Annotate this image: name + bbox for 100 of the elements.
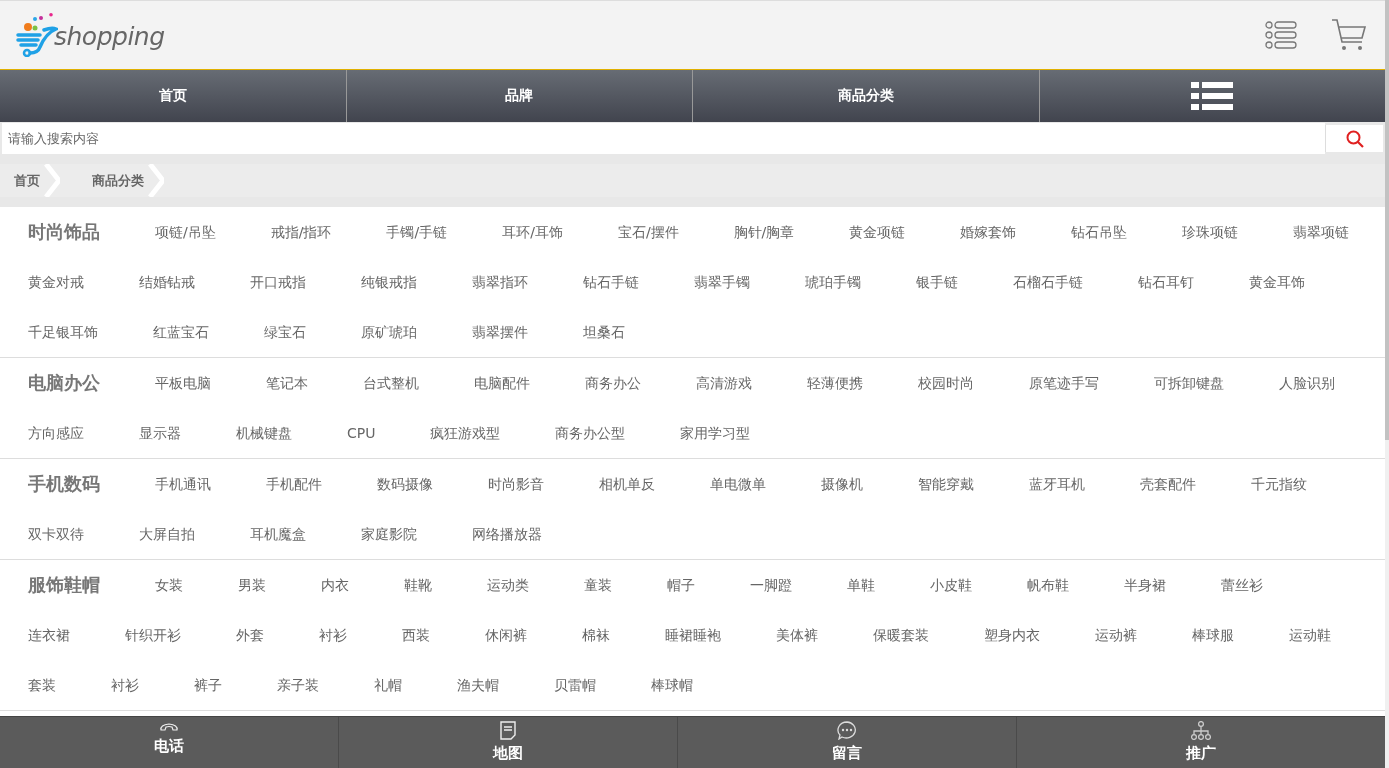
category-link[interactable]: 套装 <box>28 660 56 710</box>
category-link[interactable]: 单鞋 <box>847 560 875 610</box>
category-link[interactable]: 千元指纹 <box>1251 459 1307 509</box>
category-link[interactable]: 衬衫 <box>111 660 139 710</box>
category-link[interactable]: 亲子装 <box>277 660 319 710</box>
category-link[interactable]: 蕾丝衫 <box>1221 560 1263 610</box>
category-link[interactable]: 运动裤 <box>1095 610 1137 660</box>
category-link[interactable]: 家用学习型 <box>680 408 751 458</box>
category-link[interactable]: 校园时尚 <box>918 358 974 408</box>
search-button[interactable] <box>1325 125 1383 152</box>
category-link[interactable]: 棒球帽 <box>651 660 693 710</box>
category-link[interactable]: 可拆卸键盘 <box>1154 358 1224 408</box>
category-link[interactable]: 银手链 <box>916 257 958 307</box>
list-menu-icon[interactable] <box>1265 20 1297 50</box>
category-link[interactable]: 婚嫁套饰 <box>960 207 1017 257</box>
category-link[interactable]: 黄金耳饰 <box>1249 257 1305 307</box>
category-link[interactable]: 童装 <box>584 560 612 610</box>
category-link[interactable]: 珍珠项链 <box>1182 207 1239 257</box>
category-link[interactable]: CPU <box>347 408 376 458</box>
category-link[interactable]: 礼帽 <box>374 660 402 710</box>
category-link[interactable]: 高清游戏 <box>696 358 752 408</box>
category-link[interactable]: 平板电脑 <box>155 358 211 408</box>
category-link[interactable]: 项链/吊坠 <box>155 207 216 257</box>
category-link[interactable]: 连衣裙 <box>28 610 70 660</box>
category-link[interactable]: 黄金项链 <box>849 207 906 257</box>
category-link[interactable]: 琥珀手镯 <box>805 257 861 307</box>
category-link[interactable]: 钻石吊坠 <box>1071 207 1128 257</box>
category-link[interactable]: 渔夫帽 <box>457 660 499 710</box>
category-link[interactable]: 裤子 <box>194 660 222 710</box>
scrollbar[interactable] <box>1385 0 1389 768</box>
category-link[interactable]: 网络播放器 <box>472 509 542 559</box>
category-link[interactable]: 红蓝宝石 <box>153 307 209 357</box>
category-link[interactable]: 戒指/指环 <box>270 207 332 257</box>
category-link[interactable]: 轻薄便携 <box>807 358 863 408</box>
category-link[interactable]: 运动类 <box>487 560 529 610</box>
category-link[interactable]: 小皮鞋 <box>930 560 972 610</box>
category-link[interactable]: 棒球服 <box>1192 610 1234 660</box>
category-link[interactable]: 机械键盘 <box>236 408 292 458</box>
category-link[interactable]: 胸针/胸章 <box>733 207 795 257</box>
category-link[interactable]: 疯狂游戏型 <box>430 408 501 458</box>
category-link[interactable]: 运动鞋 <box>1289 610 1331 660</box>
category-link[interactable]: 一脚蹬 <box>750 560 792 610</box>
category-link[interactable]: 休闲裤 <box>485 610 527 660</box>
category-link[interactable]: 蓝牙耳机 <box>1029 459 1085 509</box>
category-link[interactable]: 电脑配件 <box>474 358 530 408</box>
category-link[interactable]: 双卡双待 <box>28 509 84 559</box>
category-link[interactable]: 笔记本 <box>266 358 308 408</box>
category-link[interactable]: 女装 <box>155 560 183 610</box>
category-link[interactable]: 石榴石手链 <box>1013 257 1083 307</box>
category-link[interactable]: 单电微单 <box>710 459 766 509</box>
category-link[interactable]: 商务办公 <box>585 358 641 408</box>
category-link[interactable]: 塑身内衣 <box>984 610 1040 660</box>
category-link[interactable]: 结婚钻戒 <box>139 257 195 307</box>
search-field[interactable]: 请输入搜索内容 <box>2 123 1325 154</box>
category-link[interactable]: 保暖套装 <box>873 610 929 660</box>
category-link[interactable]: 鞋靴 <box>404 560 432 610</box>
category-link[interactable]: 绿宝石 <box>264 307 306 357</box>
logo-text[interactable]: shopping <box>54 22 165 51</box>
category-link[interactable]: 睡裙睡袍 <box>665 610 721 660</box>
footer-tab[interactable]: 留言 <box>677 717 1016 768</box>
category-link[interactable]: 黄金对戒 <box>28 257 84 307</box>
category-link[interactable]: 壳套配件 <box>1140 459 1196 509</box>
category-link[interactable]: 摄像机 <box>821 459 863 509</box>
breadcrumb-link[interactable]: 首页 <box>14 171 40 190</box>
category-link[interactable]: 男装 <box>238 560 266 610</box>
category-link[interactable]: 翡翠手镯 <box>694 257 750 307</box>
category-link[interactable]: 帆布鞋 <box>1027 560 1069 610</box>
category-link[interactable]: 显示器 <box>139 408 181 458</box>
category-link[interactable]: 智能穿戴 <box>918 459 974 509</box>
category-link[interactable]: 家庭影院 <box>361 509 417 559</box>
category-link[interactable]: 贝雷帽 <box>554 660 596 710</box>
category-link[interactable]: 翡翠项链 <box>1293 207 1350 257</box>
category-link[interactable]: 大屏自拍 <box>139 509 195 559</box>
category-link[interactable]: 耳机魔盒 <box>250 509 306 559</box>
category-link[interactable]: 人脸识别 <box>1279 358 1335 408</box>
category-link[interactable]: 宝石/摆件 <box>617 207 679 257</box>
nav-tab[interactable]: 首页 <box>0 70 346 122</box>
category-link[interactable]: 时尚影音 <box>488 459 544 509</box>
category-link[interactable]: 帽子 <box>667 560 695 610</box>
category-link[interactable]: 翡翠摆件 <box>472 307 528 357</box>
category-link[interactable]: 坦桑石 <box>583 307 625 357</box>
category-link[interactable]: 内衣 <box>321 560 349 610</box>
category-link[interactable]: 西装 <box>402 610 430 660</box>
category-link[interactable]: 纯银戒指 <box>361 257 417 307</box>
category-link[interactable]: 美体裤 <box>776 610 818 660</box>
category-link[interactable]: 数码摄像 <box>377 459 433 509</box>
category-link[interactable]: 手机配件 <box>266 459 322 509</box>
category-link[interactable]: 手镯/手链 <box>386 207 448 257</box>
category-link[interactable]: 台式整机 <box>363 358 419 408</box>
category-link[interactable]: 钻石耳钉 <box>1138 257 1194 307</box>
category-link[interactable]: 相机单反 <box>599 459 655 509</box>
category-link[interactable]: 商务办公型 <box>555 408 626 458</box>
category-link[interactable]: 外套 <box>236 610 264 660</box>
category-link[interactable]: 针织开衫 <box>125 610 181 660</box>
category-link[interactable]: 棉袜 <box>582 610 610 660</box>
category-link[interactable]: 原笔迹手写 <box>1029 358 1099 408</box>
footer-tab[interactable]: 地图 <box>338 717 677 768</box>
category-link[interactable]: 开口戒指 <box>250 257 306 307</box>
category-link[interactable]: 原矿琥珀 <box>361 307 417 357</box>
category-link[interactable]: 千足银耳饰 <box>28 307 98 357</box>
